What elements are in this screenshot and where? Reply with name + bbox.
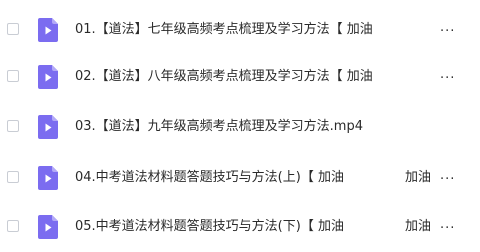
more-icon[interactable]: ... <box>440 215 455 235</box>
row-checkbox[interactable] <box>7 23 19 35</box>
file-list: 01.【道法】七年级高频考点梳理及学习方法【 加油 ... 02.【道法】八年级… <box>0 0 480 252</box>
file-name: 05.中考道法材料题答题技巧与方法(下)【 加油 <box>75 219 344 234</box>
video-file-icon <box>38 115 58 139</box>
video-file-icon <box>38 65 58 89</box>
video-file-icon <box>38 166 58 190</box>
list-item[interactable]: 02.【道法】八年级高频考点梳理及学习方法【 加油 ... <box>0 57 480 97</box>
file-name: 01.【道法】七年级高频考点梳理及学习方法【 加油 <box>75 22 373 37</box>
file-name: 03.【道法】九年级高频考点梳理及学习方法.mp4 <box>75 119 363 134</box>
row-checkbox[interactable] <box>7 171 19 183</box>
video-file-icon <box>38 18 58 42</box>
file-name: 04.中考道法材料题答题技巧与方法(上)【 加油 <box>75 170 344 185</box>
more-icon[interactable]: ... <box>440 166 455 186</box>
video-file-icon <box>38 215 58 239</box>
file-name-tail: 加油 <box>405 170 432 185</box>
row-checkbox[interactable] <box>7 70 19 82</box>
list-item[interactable]: 04.中考道法材料题答题技巧与方法(上)【 加油 加油 ... <box>0 158 480 198</box>
file-name-tail: 加油 <box>405 219 432 234</box>
list-item[interactable]: 05.中考道法材料题答题技巧与方法(下)【 加油 加油 ... <box>0 207 480 247</box>
more-icon[interactable]: ... <box>440 65 455 85</box>
list-item[interactable]: 03.【道法】九年级高频考点梳理及学习方法.mp4 <box>0 107 480 147</box>
row-checkbox[interactable] <box>7 220 19 232</box>
file-name: 02.【道法】八年级高频考点梳理及学习方法【 加油 <box>75 69 373 84</box>
more-icon[interactable]: ... <box>440 18 455 38</box>
list-item[interactable]: 01.【道法】七年级高频考点梳理及学习方法【 加油 ... <box>0 10 480 50</box>
row-checkbox[interactable] <box>7 120 19 132</box>
